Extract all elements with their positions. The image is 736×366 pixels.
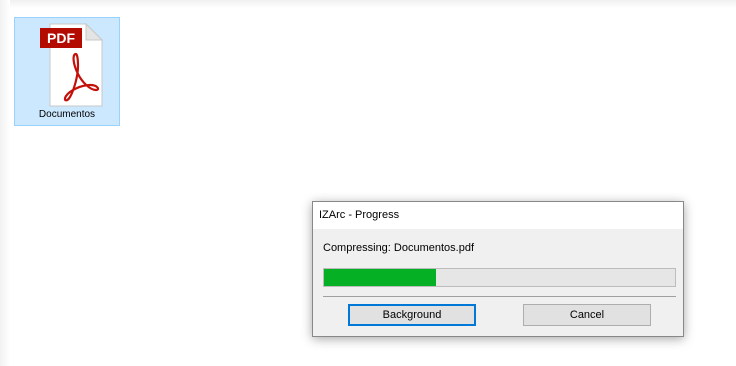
dialog-titlebar[interactable]: IZArc - Progress (313, 202, 683, 229)
dialog-title: IZArc - Progress (319, 209, 400, 221)
window-left-edge (0, 0, 10, 366)
pdf-file-icon: PDF (40, 22, 104, 107)
divider (323, 296, 676, 297)
window-top-edge (0, 0, 736, 8)
progress-bar (323, 268, 676, 287)
pdf-badge-text: PDF (47, 30, 75, 46)
desktop: PDF Documentos IZArc - Progress Compress… (0, 0, 736, 366)
background-button[interactable]: Background (348, 304, 476, 326)
file-label: Documentos (38, 109, 96, 120)
progress-bar-fill (324, 269, 437, 286)
cancel-button[interactable]: Cancel (523, 304, 651, 326)
progress-status-text: Compressing: Documentos.pdf (323, 242, 475, 254)
file-item-documentos[interactable]: PDF Documentos (14, 17, 120, 126)
progress-dialog: IZArc - Progress Compressing: Documentos… (312, 201, 684, 337)
